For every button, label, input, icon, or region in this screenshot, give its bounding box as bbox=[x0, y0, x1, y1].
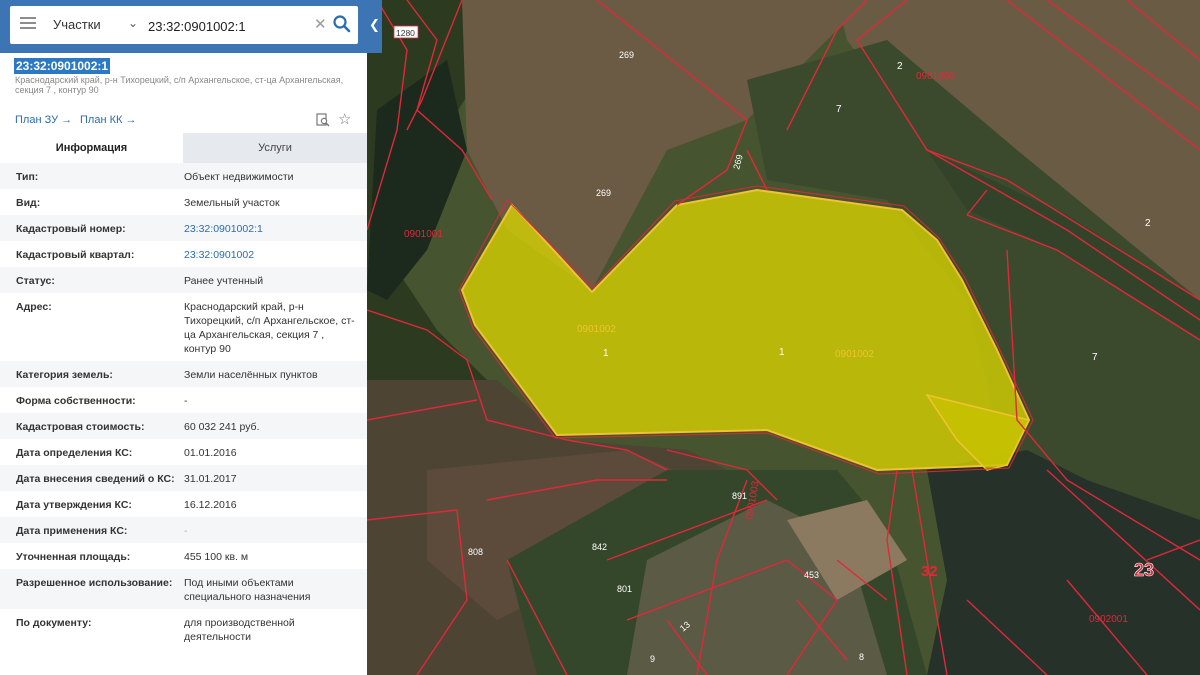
search-box: Участки ⌄ ✕ bbox=[10, 6, 358, 44]
map-label: 0901001 bbox=[404, 229, 443, 240]
info-value: 01.01.2016 bbox=[184, 447, 237, 459]
info-label: Уточненная площадь: bbox=[16, 551, 131, 563]
info-row-cadastral-number: Кадастровый номер: 23:32:0901002:1 bbox=[0, 215, 367, 241]
object-address: Краснодарский край, р-н Тихорецкий, с/п … bbox=[15, 75, 344, 95]
info-value: - bbox=[184, 525, 188, 537]
info-row-address: Адрес: Краснодарский край, р-н Тихорецкий… bbox=[0, 293, 367, 361]
info-value: Краснодарский край, р-н Тихорецкий, с/п … bbox=[184, 301, 355, 355]
info-row-land-category: Категория земель: Земли населённых пункто… bbox=[0, 361, 367, 387]
object-number: 23:32:0901002:1 bbox=[14, 58, 111, 74]
info-row-status: Статус: Ранее учтенный bbox=[0, 267, 367, 293]
map-label: 269 bbox=[619, 50, 634, 60]
info-row-ownership: Форма собственности: - bbox=[0, 387, 367, 413]
info-value: 16.12.2016 bbox=[184, 499, 237, 511]
info-value: Объект недвижимости bbox=[184, 171, 294, 183]
map-label: 2 bbox=[1145, 218, 1151, 229]
search-icon[interactable] bbox=[332, 14, 352, 34]
info-label: Категория земель: bbox=[16, 369, 113, 381]
map-label: 7 bbox=[836, 104, 842, 115]
collapse-panel-button[interactable]: ❮ bbox=[367, 0, 382, 53]
info-value: 31.01.2017 bbox=[184, 473, 237, 485]
info-row-kind: Вид: Земельный участок bbox=[0, 189, 367, 215]
map-label: 8 bbox=[859, 652, 864, 662]
map-label: 7 bbox=[1092, 352, 1098, 363]
plan-kk-link[interactable]: План КК → bbox=[80, 114, 136, 126]
map-label: 1 bbox=[779, 347, 785, 358]
map-label: 1 bbox=[603, 348, 609, 359]
map-label: 2 bbox=[897, 61, 903, 72]
tab-information[interactable]: Информация bbox=[0, 133, 183, 163]
info-label: Кадастровая стоимость: bbox=[16, 421, 145, 433]
map-label: 32 bbox=[921, 563, 938, 580]
plan-zu-link[interactable]: План ЗУ → bbox=[15, 114, 72, 126]
search-bar: Участки ⌄ ✕ bbox=[0, 0, 367, 53]
plan-zu-label: План ЗУ bbox=[15, 114, 59, 126]
info-label: Дата внесения сведений о КС: bbox=[16, 473, 175, 485]
star-icon[interactable]: ☆ bbox=[338, 110, 351, 128]
map-label: 1280 bbox=[396, 28, 415, 38]
info-value: - bbox=[184, 395, 188, 407]
info-value: Ранее учтенный bbox=[184, 275, 264, 287]
map-label: 891 bbox=[732, 491, 747, 501]
cadastral-number-link[interactable]: 23:32:0901002:1 bbox=[184, 222, 359, 236]
info-label: Разрешенное использование: bbox=[16, 577, 173, 589]
map-label: 453 bbox=[804, 570, 819, 580]
info-label: Тип: bbox=[16, 171, 39, 183]
category-select[interactable]: Участки ⌄ bbox=[53, 16, 138, 35]
info-label: Дата применения КС: bbox=[16, 525, 128, 537]
tab-services[interactable]: Услуги bbox=[183, 133, 367, 163]
info-label: Вид: bbox=[16, 197, 41, 209]
map-label: 0901003 bbox=[916, 71, 955, 82]
info-row-type: Тип: Объект недвижимости bbox=[0, 163, 367, 189]
info-table: Тип: Объект недвижимости Вид: Земельный уч… bbox=[0, 163, 367, 649]
map-label: 842 bbox=[592, 542, 607, 552]
info-value: Под иными объектами специального назначе… bbox=[184, 577, 311, 603]
cadastral-quarter-link[interactable]: 23:32:0901002 bbox=[184, 248, 359, 262]
plan-kk-label: План КК bbox=[80, 114, 123, 126]
info-label: Дата определения КС: bbox=[16, 447, 133, 459]
info-label: Адрес: bbox=[16, 301, 52, 313]
info-row-date-determination: Дата определения КС: 01.01.2016 bbox=[0, 439, 367, 465]
info-value: Земли населённых пунктов bbox=[184, 369, 318, 381]
info-row-area: Уточненная площадь: 455 100 кв. м bbox=[0, 543, 367, 569]
info-label: Статус: bbox=[16, 275, 55, 287]
menu-icon[interactable] bbox=[20, 17, 36, 31]
map-label: 23 bbox=[1134, 560, 1154, 580]
close-icon[interactable]: ✕ bbox=[314, 15, 327, 33]
chevron-down-icon: ⌄ bbox=[127, 16, 138, 30]
info-row-date-approval: Дата утверждения КС: 16.12.2016 bbox=[0, 491, 367, 517]
map-label: 0901002 bbox=[835, 349, 874, 360]
info-panel: Участки ⌄ ✕ 23:32:0901002:1 Краснодарски… bbox=[0, 0, 367, 675]
info-row-cadastral-value: Кадастровая стоимость: 60 032 241 руб. bbox=[0, 413, 367, 439]
map-label: 0901002 bbox=[577, 324, 616, 335]
category-select-label: Участки bbox=[53, 17, 101, 32]
map-label: 269 bbox=[596, 188, 611, 198]
info-label: Кадастровый квартал: bbox=[16, 249, 135, 261]
map-label: 0902001 bbox=[1089, 614, 1128, 625]
info-label: Форма собственности: bbox=[16, 395, 136, 407]
map-label: 9 bbox=[650, 654, 655, 664]
info-value: 455 100 кв. м bbox=[184, 551, 249, 563]
info-row-date-application: Дата применения КС: - bbox=[0, 517, 367, 543]
tab-bar: Информация Услуги bbox=[0, 133, 367, 163]
map-label: 808 bbox=[468, 547, 483, 557]
map-view[interactable]: 1280 269 269 269 2 0901003 7 2 7 0901001… bbox=[367, 0, 1200, 675]
satellite-map[interactable]: 1280 269 269 269 2 0901003 7 2 7 0901001… bbox=[367, 0, 1200, 675]
info-row-by-document: По документу: для производственной деятел… bbox=[0, 609, 367, 649]
document-search-icon[interactable] bbox=[316, 113, 330, 127]
info-row-permitted-use: Разрешенное использование: Под иными объе… bbox=[0, 569, 367, 609]
info-label: Кадастровый номер: bbox=[16, 223, 126, 235]
info-value: 60 032 241 руб. bbox=[184, 421, 260, 433]
info-label: По документу: bbox=[16, 617, 92, 629]
map-label: 801 bbox=[617, 584, 632, 594]
info-row-cadastral-quarter: Кадастровый квартал: 23:32:0901002 bbox=[0, 241, 367, 267]
info-label: Дата утверждения КС: bbox=[16, 499, 132, 511]
info-value: для производственной деятельности bbox=[184, 617, 295, 643]
info-value: Земельный участок bbox=[184, 197, 280, 209]
search-input[interactable] bbox=[148, 16, 316, 36]
info-row-date-entry: Дата внесения сведений о КС: 31.01.2017 bbox=[0, 465, 367, 491]
